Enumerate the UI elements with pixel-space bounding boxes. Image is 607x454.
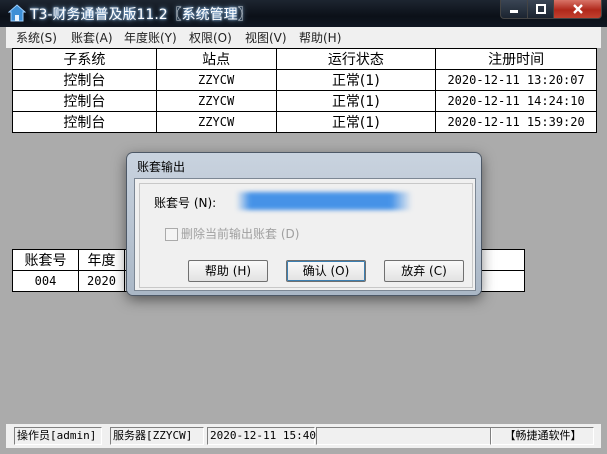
main-window: T3-财务通普及版11.2〖系统管理〗 系统(S) 账套(A) 年度账(Y) 权… — [0, 0, 607, 454]
status-datetime: 2020-12-11 15:40 — [207, 427, 316, 445]
cell-station: ZZYCW — [155, 90, 277, 112]
title-bar[interactable]: T3-财务通普及版11.2〖系统管理〗 — [0, 0, 607, 27]
column-header: 运行状态 — [275, 48, 437, 70]
minimize-icon — [510, 10, 518, 13]
cell-station: ZZYCW — [155, 69, 277, 91]
dialog-group: 账套号 (N): 删除当前输出账套 (D) 帮助 (H) 确认 (O) 放弃 (… — [139, 183, 473, 288]
table-row[interactable]: 控制台 ZZYCW 正常(1) 2020-12-11 13:20:07 — [12, 69, 597, 91]
minimize-button[interactable] — [500, 0, 528, 19]
menu-permission[interactable]: 权限(O) — [189, 29, 232, 46]
menu-help[interactable]: 帮助(H) — [299, 29, 341, 46]
column-header: 子系统 — [12, 48, 157, 70]
cell-year: 2020 — [78, 270, 125, 292]
column-header: 账套号 — [12, 249, 79, 271]
cell-subsystem: 控制台 — [12, 111, 157, 133]
status-vendor: 【畅捷通软件】 — [490, 427, 594, 445]
menu-annual-account[interactable]: 年度账(Y) — [124, 29, 177, 46]
cancel-button[interactable]: 放弃 (C) — [384, 260, 464, 282]
account-number-label: 账套号 (N): — [154, 196, 217, 210]
menu-bar: 系统(S) 账套(A) 年度账(Y) 权限(O) 视图(V) 帮助(H) — [6, 27, 601, 48]
status-operator: 操作员[admin] — [14, 427, 102, 445]
cell-station: ZZYCW — [155, 111, 277, 133]
delete-account-checkbox[interactable] — [165, 228, 178, 241]
status-empty — [316, 427, 492, 445]
close-icon — [572, 4, 583, 14]
table-row[interactable]: 控制台 ZZYCW 正常(1) 2020-12-11 14:24:10 — [12, 90, 597, 112]
maximize-icon — [535, 4, 546, 14]
app-icon — [8, 4, 26, 22]
maximize-button[interactable] — [527, 0, 554, 19]
ok-button[interactable]: 确认 (O) — [286, 260, 366, 282]
cell-register-time: 2020-12-11 15:39:20 — [435, 111, 597, 133]
close-button[interactable] — [553, 0, 602, 19]
cell-status: 正常(1) — [275, 111, 437, 133]
column-header: 年度 — [78, 249, 125, 271]
cell-account-number: 004 — [12, 270, 79, 292]
menu-account[interactable]: 账套(A) — [71, 29, 113, 46]
column-header: 站点 — [155, 48, 277, 70]
delete-account-checkbox-label: 删除当前输出账套 (D) — [181, 227, 300, 241]
account-number-select[interactable] — [236, 192, 412, 210]
column-header: 注册时间 — [435, 48, 597, 70]
session-table: 子系统 站点 运行状态 注册时间 控制台 ZZYCW 正常(1) 2020-12… — [12, 48, 597, 133]
dialog-title: 账套输出 — [137, 160, 186, 174]
cell-register-time: 2020-12-11 14:24:10 — [435, 90, 597, 112]
help-button[interactable]: 帮助 (H) — [188, 260, 268, 282]
status-server: 服务器[ZZYCW] — [110, 427, 204, 445]
cell-register-time: 2020-12-11 13:20:07 — [435, 69, 597, 91]
window-title: T3-财务通普及版11.2〖系统管理〗 — [30, 7, 252, 23]
menu-view[interactable]: 视图(V) — [245, 29, 287, 46]
cell-status: 正常(1) — [275, 90, 437, 112]
dialog-body: 账套号 (N): 删除当前输出账套 (D) 帮助 (H) 确认 (O) 放弃 (… — [134, 178, 476, 291]
table-row[interactable]: 控制台 ZZYCW 正常(1) 2020-12-11 15:39:20 — [12, 111, 597, 133]
cell-subsystem: 控制台 — [12, 69, 157, 91]
menu-system[interactable]: 系统(S) — [16, 29, 57, 46]
cell-status: 正常(1) — [275, 69, 437, 91]
account-output-dialog: 账套输出 账套号 (N): 删除当前输出账套 (D) 帮助 (H) 确认 (O)… — [127, 153, 481, 295]
status-bar: 操作员[admin] 服务器[ZZYCW] 2020-12-11 15:40 【… — [6, 424, 601, 448]
cell-subsystem: 控制台 — [12, 90, 157, 112]
session-table-header: 子系统 站点 运行状态 注册时间 — [12, 48, 597, 70]
